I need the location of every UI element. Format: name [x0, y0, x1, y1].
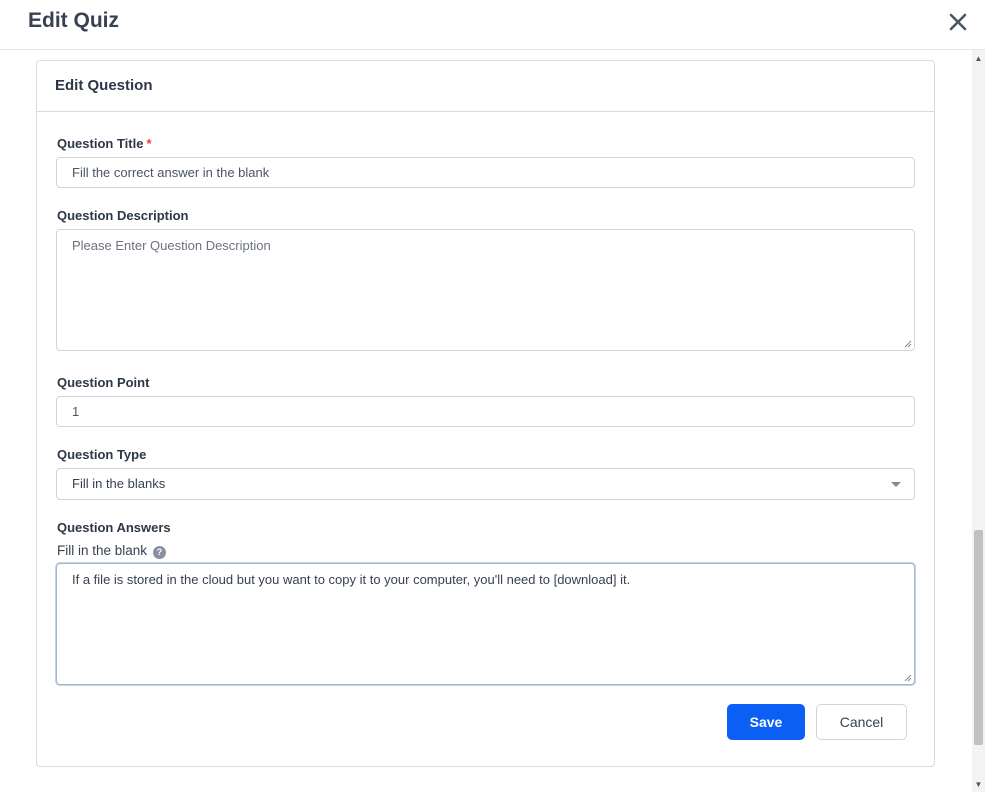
fill-blank-text: If a file is stored in the cloud but you… [72, 572, 631, 587]
help-icon[interactable]: ? [153, 546, 167, 559]
modal-header: Edit Quiz [0, 0, 985, 50]
question-type-select[interactable]: Fill in the blanks [56, 468, 915, 500]
resize-grip-icon[interactable] [903, 339, 912, 348]
question-point-label: Question Point [57, 375, 150, 390]
scrollbar-thumb[interactable] [974, 530, 983, 745]
card-header: Edit Question [37, 61, 934, 112]
description-placeholder: Please Enter Question Description [72, 238, 271, 253]
resize-grip-icon[interactable] [903, 673, 912, 682]
question-title-input[interactable]: Fill the correct answer in the blank [56, 157, 915, 188]
fill-blank-label-text: Fill in the blank [57, 543, 148, 558]
question-point-input[interactable]: 1 [56, 396, 915, 427]
question-description-label: Question Description [57, 208, 189, 223]
required-asterisk: * [146, 136, 152, 151]
close-button[interactable] [946, 10, 970, 34]
close-icon [949, 13, 967, 31]
scroll-down-icon[interactable]: ▼ [972, 780, 985, 790]
question-title-label-text: Question Title [57, 136, 144, 151]
question-title-label: Question Title * [57, 136, 152, 151]
save-button[interactable]: Save [727, 704, 805, 740]
modal-title: Edit Quiz [28, 9, 119, 32]
fill-blank-label: Fill in the blank? [57, 543, 167, 559]
edit-question-card: Edit Question Question Title * Fill the c… [36, 60, 935, 767]
question-description-textarea[interactable]: Please Enter Question Description [56, 229, 915, 351]
fill-blank-textarea[interactable]: If a file is stored in the cloud but you… [56, 563, 915, 685]
card-title: Edit Question [55, 77, 153, 94]
scroll-up-icon[interactable]: ▲ [972, 54, 985, 64]
modal-body: Edit Question Question Title * Fill the c… [0, 50, 972, 792]
question-answers-label: Question Answers [57, 520, 171, 535]
question-type-label: Question Type [57, 447, 147, 462]
vertical-scrollbar[interactable]: ▲ ▼ [972, 50, 985, 792]
cancel-button[interactable]: Cancel [816, 704, 907, 740]
question-type-selected: Fill in the blanks [72, 476, 166, 491]
chevron-down-icon [891, 482, 901, 487]
